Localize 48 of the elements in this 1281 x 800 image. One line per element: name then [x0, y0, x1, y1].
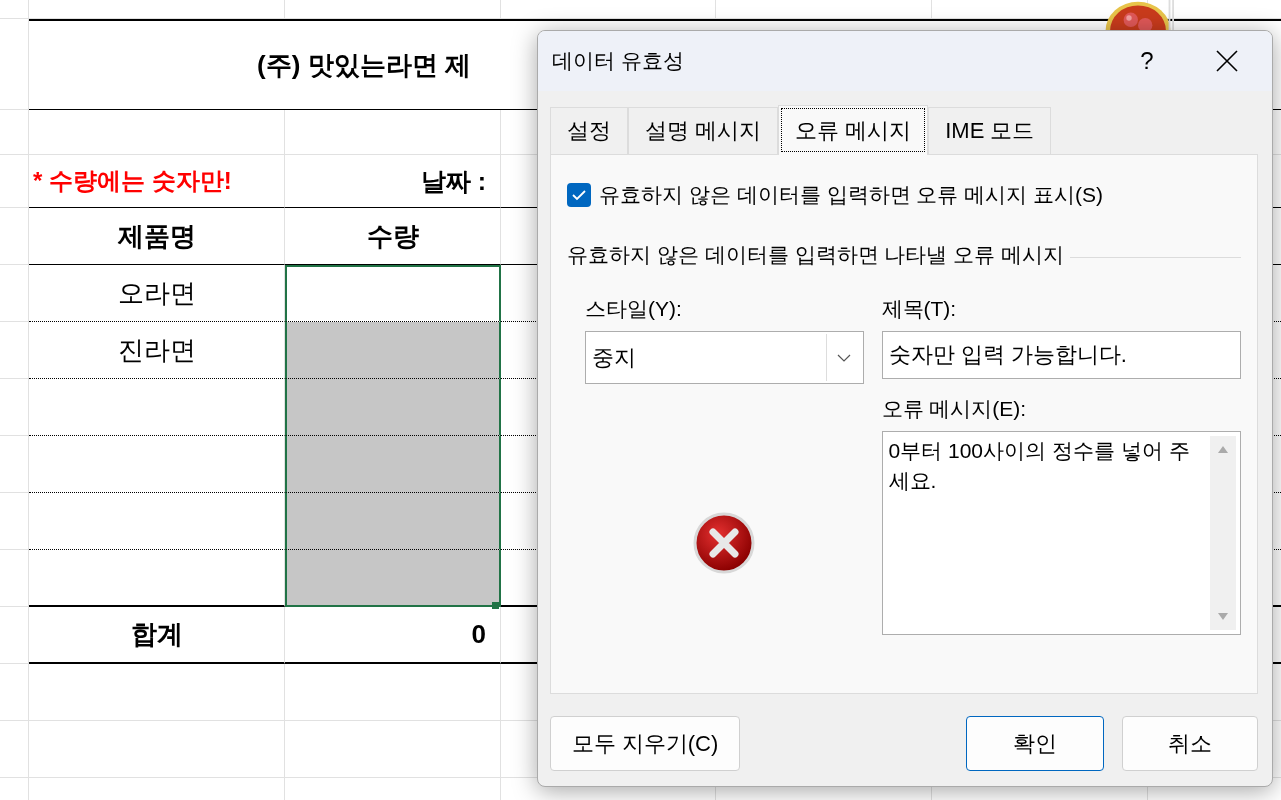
scroll-up-icon[interactable] [1218, 446, 1228, 453]
sheet-cell [0, 493, 29, 550]
quantity-cell[interactable] [285, 493, 501, 550]
dialog-button[interactable]: 취소 [1122, 716, 1258, 771]
sheet-cell [0, 110, 29, 155]
title-label: 제목(T): [881, 296, 958, 322]
total-value: 0 [471, 619, 486, 650]
total-label: 합계 [130, 618, 183, 651]
help-button[interactable]: ? [1112, 31, 1182, 91]
group-label: 유효하지 않은 데이터를 입력하면 나타낼 오류 메시지 [567, 242, 1064, 268]
quantity-cell[interactable] [285, 436, 501, 493]
sheet-cell [0, 379, 29, 436]
scroll-down-icon[interactable] [1218, 613, 1228, 620]
scrollbar[interactable] [1210, 436, 1236, 630]
product-name: 오라면 [117, 276, 196, 310]
tab[interactable]: IME 모드 [928, 107, 1052, 154]
sheet-cell [0, 436, 29, 493]
sheet-cell [0, 721, 29, 778]
quantity-note: * 수량에는 숫자만! [33, 166, 232, 196]
checkmark-icon [572, 189, 586, 201]
quantity-cell[interactable] [285, 379, 501, 436]
dialog-button[interactable]: 모두 지우기(C) [550, 716, 740, 771]
title-field[interactable]: 숫자만 입력 가능합니다. [881, 331, 1241, 379]
report-title: (주) 맛있는라면 제 [257, 48, 471, 82]
dialog-title: 데이터 유효성 [552, 48, 685, 74]
fill-handle[interactable] [492, 602, 499, 609]
message-label: 오류 메시지(E): [881, 396, 1028, 422]
column-header: 수량 [366, 219, 419, 253]
column-header: 제품명 [117, 219, 196, 253]
tab[interactable]: 설명 메시지 [628, 107, 779, 154]
sheet-cell [0, 550, 29, 607]
message-field[interactable]: 0부터 100사이의 정수를 넣어 주세요. [881, 431, 1241, 635]
tab[interactable]: 오류 메시지 [778, 105, 929, 155]
dialog-button[interactable]: 확인 [966, 716, 1104, 771]
quantity-cell[interactable] [285, 322, 501, 379]
chevron-down-icon [836, 353, 851, 362]
sheet-cell [0, 0, 29, 19]
checkbox-label: 유효하지 않은 데이터를 입력하면 오류 메시지 표시(S) [599, 182, 1103, 208]
quantity-cell[interactable] [285, 550, 501, 607]
sheet-cell [0, 664, 29, 721]
tab[interactable]: 설정 [550, 107, 628, 154]
error-icon [693, 512, 755, 574]
close-icon [1215, 49, 1239, 73]
date-label: 날짜 : [420, 165, 486, 197]
style-label: 스타일(Y): [585, 296, 683, 322]
product-name: 진라면 [117, 333, 196, 367]
style-dropdown[interactable]: 중지 [585, 331, 864, 384]
checkbox[interactable] [567, 183, 591, 207]
